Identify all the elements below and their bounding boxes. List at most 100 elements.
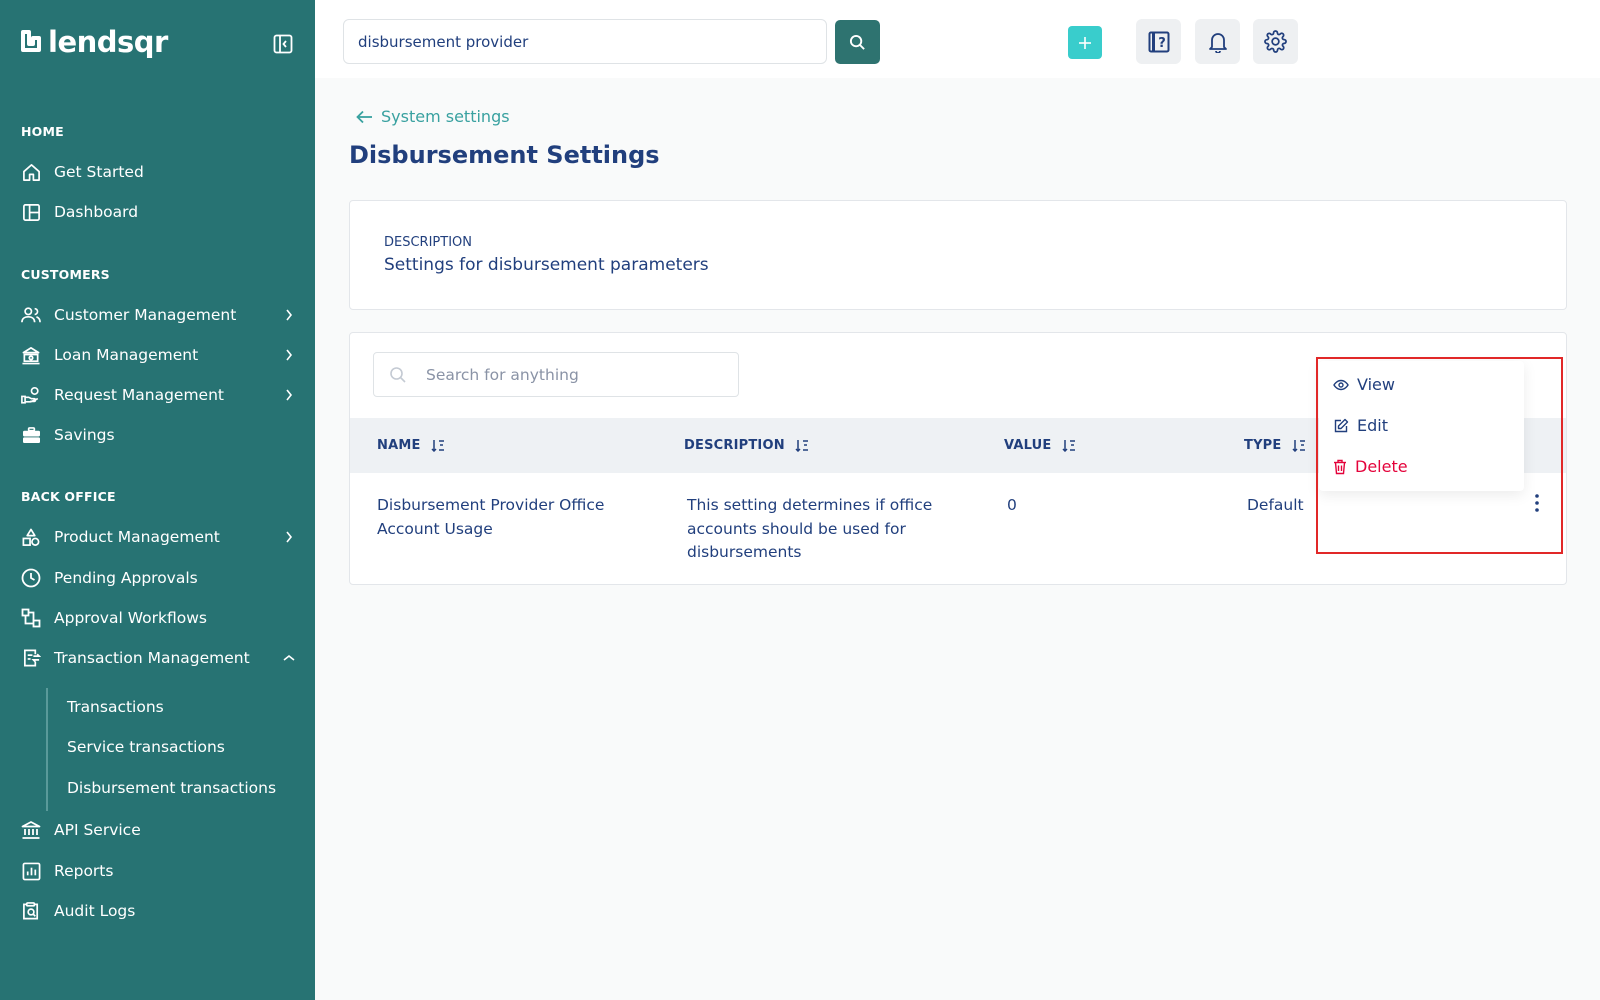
table-search-input[interactable]: Search for anything [373, 352, 739, 397]
shapes-icon [21, 527, 41, 547]
sidebar-item-savings[interactable]: Savings [21, 420, 296, 450]
clipboard-search-icon [21, 901, 41, 921]
cell-name: Disbursement Provider Office Account Usa… [377, 494, 604, 541]
cell-text: accounts should be used for [687, 519, 906, 538]
back-to-system-settings-link[interactable]: System settings [356, 107, 510, 126]
sidebar-item-approval-workflows[interactable]: Approval Workflows [21, 603, 296, 633]
sidebar-item-dashboard[interactable]: Dashboard [21, 197, 296, 227]
bell-icon [1208, 32, 1227, 53]
sidebar-item-product-management[interactable]: Product Management [21, 522, 296, 552]
sidebar-item-label: Savings [54, 426, 115, 444]
sidebar-item-label: Dashboard [54, 203, 139, 221]
menu-item-view[interactable]: View [1333, 375, 1395, 394]
section-customers: CUSTOMERS [21, 267, 110, 282]
briefcase-icon [21, 425, 41, 445]
workflow-icon [21, 608, 41, 628]
sort-icon [1291, 440, 1305, 452]
cell-text: disbursements [687, 543, 802, 561]
sidebar-item-label: Pending Approvals [54, 569, 198, 587]
sidebar-item-customer-management[interactable]: Customer Management [21, 300, 296, 330]
trash-icon [1334, 459, 1346, 474]
transaction-icon [21, 648, 41, 668]
sidebar-subitem-transactions[interactable]: Transactions [67, 698, 164, 716]
sort-icon [795, 440, 808, 452]
sidebar-item-label: Audit Logs [54, 902, 136, 920]
sidebar-item-label: Reports [54, 862, 114, 880]
svg-text:?: ? [1158, 36, 1166, 51]
global-search-input[interactable] [343, 19, 827, 64]
table-search-placeholder: Search for anything [426, 365, 579, 384]
chevron-right-icon [282, 388, 296, 402]
users-icon [21, 305, 41, 325]
eye-icon [1333, 379, 1349, 390]
lendsqr-logo-icon [21, 30, 41, 52]
description-label: DESCRIPTION [384, 235, 472, 250]
description-card: DESCRIPTION Settings for disbursement pa… [349, 200, 1567, 310]
chevron-up-icon [282, 651, 296, 665]
more-vertical-icon [1535, 494, 1539, 512]
bar-chart-icon [21, 861, 41, 881]
sidebar-item-get-started[interactable]: Get Started [21, 157, 296, 187]
sidebar-item-api-service[interactable]: API Service [21, 815, 296, 845]
chevron-right-icon [282, 348, 296, 362]
section-home: HOME [21, 124, 64, 139]
description-value: Settings for disbursement parameters [384, 255, 709, 275]
cell-text: Account Usage [377, 519, 493, 538]
cell-description: This setting determines if office accoun… [687, 494, 932, 565]
clock-icon [21, 568, 41, 588]
global-search-button[interactable] [835, 20, 880, 64]
hand-coin-icon [21, 385, 41, 405]
row-actions-menu: View Edit Delete [1319, 361, 1524, 491]
chevron-right-icon [282, 530, 296, 544]
plus-icon [1079, 36, 1091, 49]
back-link-label: System settings [381, 107, 510, 126]
sidebar-item-audit-logs[interactable]: Audit Logs [21, 896, 296, 926]
help-book-icon: ? [1148, 31, 1169, 52]
menu-item-label: Edit [1357, 416, 1388, 435]
sidebar: lendsqr HOME Get Started Dashboard CUSTO… [0, 0, 315, 1000]
home-icon [21, 162, 41, 182]
sidebar-item-request-management[interactable]: Request Management [21, 380, 296, 410]
cell-value: 0 [1007, 496, 1017, 514]
sidebar-item-label: Loan Management [54, 346, 199, 364]
column-header-type[interactable]: TYPE [1244, 418, 1306, 473]
sidebar-item-loan-management[interactable]: Loan Management [21, 340, 296, 370]
column-header-description[interactable]: DESCRIPTION [684, 418, 809, 473]
cell-text: This setting determines if office [687, 496, 933, 514]
bank-icon [21, 820, 41, 840]
sidebar-subitem-disbursement-transactions[interactable]: Disbursement transactions [67, 779, 276, 797]
page-title: Disbursement Settings [349, 141, 660, 169]
settings-button[interactable] [1253, 19, 1298, 64]
search-icon [388, 365, 408, 385]
cell-type: Default [1247, 496, 1304, 514]
menu-item-edit[interactable]: Edit [1333, 416, 1388, 435]
sidebar-item-pending-approvals[interactable]: Pending Approvals [21, 563, 296, 593]
menu-item-delete[interactable]: Delete [1333, 457, 1408, 476]
chevron-right-icon [282, 308, 296, 322]
section-back-office: BACK OFFICE [21, 489, 116, 504]
arrow-left-icon [356, 110, 372, 123]
add-button[interactable] [1068, 26, 1102, 59]
edit-icon [1334, 418, 1349, 432]
sidebar-item-label: Get Started [54, 163, 144, 181]
sort-icon [1061, 440, 1075, 452]
collapse-sidebar-icon[interactable] [272, 33, 294, 55]
sort-icon [431, 440, 444, 452]
sidebar-subitem-service-transactions[interactable]: Service transactions [67, 738, 225, 756]
column-header-value[interactable]: VALUE [1004, 418, 1076, 473]
row-actions-button[interactable] [1527, 492, 1547, 514]
menu-item-label: Delete [1355, 457, 1408, 476]
brand-logo[interactable]: lendsqr [20, 26, 168, 58]
sidebar-item-transaction-management[interactable]: Transaction Management [21, 643, 296, 673]
cell-text: Disbursement Provider Office [377, 496, 605, 514]
sidebar-item-label: Request Management [54, 386, 224, 404]
help-button[interactable]: ? [1136, 19, 1181, 64]
gear-icon [1264, 30, 1287, 53]
sidebar-item-reports[interactable]: Reports [21, 856, 296, 886]
search-icon [849, 34, 865, 50]
column-label: VALUE [1004, 438, 1052, 453]
column-label: DESCRIPTION [684, 438, 785, 453]
sidebar-item-label: Approval Workflows [54, 609, 207, 627]
notifications-button[interactable] [1195, 19, 1240, 64]
column-header-name[interactable]: NAME [377, 418, 445, 473]
